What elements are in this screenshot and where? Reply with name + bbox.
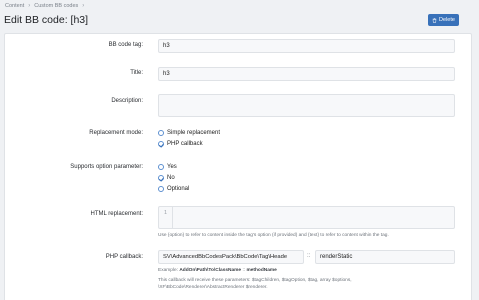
check-icon xyxy=(158,175,164,181)
title-label: Title: xyxy=(130,70,143,76)
chevron-right-icon: › xyxy=(82,3,85,9)
title-input[interactable]: h3 xyxy=(158,67,455,81)
bb-code-tag-label: BB code tag: xyxy=(108,42,143,48)
chevron-right-icon: › xyxy=(28,3,31,9)
title-value: h3 xyxy=(163,71,170,77)
php-example-separator: :: xyxy=(242,268,246,273)
radio-option-no-label: No xyxy=(167,175,175,181)
php-callback-class-value: SV\AdvancedBbCodesPack\BbCode\Tag\Heade xyxy=(163,254,288,260)
php-callback-hint-line-1: This callback will receive these paramet… xyxy=(158,278,352,283)
radio-php-callback-label: PHP callback xyxy=(167,141,203,147)
breadcrumb-item-content[interactable]: Content xyxy=(5,3,24,9)
delete-button-label: Delete xyxy=(439,17,455,23)
radio-option-yes[interactable]: Yes xyxy=(158,164,177,170)
replacement-mode-label: Replacement mode: xyxy=(89,130,143,136)
breadcrumb: Content › Custom BB codes › xyxy=(5,3,84,9)
radio-unchecked-icon xyxy=(158,186,164,192)
bb-code-form: BB code tag: h3 Title: h3 Description: R… xyxy=(4,33,472,300)
html-replacement-label: HTML replacement: xyxy=(90,211,143,217)
delete-button[interactable]: Delete xyxy=(428,14,459,26)
html-replacement-editor[interactable]: 1 xyxy=(158,206,455,229)
trash-icon xyxy=(432,17,437,23)
check-icon xyxy=(158,141,164,147)
bb-code-tag-value: h3 xyxy=(163,43,170,49)
radio-unchecked-icon xyxy=(158,164,164,170)
breadcrumb-item-custom-bb-codes[interactable]: Custom BB codes xyxy=(34,3,78,9)
php-example-class: AddOn\Path\To\ClassName xyxy=(179,268,242,273)
html-replacement-hint: Use {option} to refer to content inside … xyxy=(158,233,389,238)
php-callback-class-input[interactable]: SV\AdvancedBbCodesPack\BbCode\Tag\Heade xyxy=(158,250,304,264)
php-callback-separator: :: xyxy=(307,253,311,259)
radio-php-callback[interactable]: PHP callback xyxy=(158,141,203,147)
description-textarea[interactable] xyxy=(158,94,455,117)
radio-simple-replacement-label: Simple replacement xyxy=(167,130,221,136)
php-example-prefix: Example: xyxy=(158,268,178,273)
radio-unchecked-icon xyxy=(158,130,164,136)
php-callback-example: Example: AddOn\Path\To\ClassName :: meth… xyxy=(158,268,277,273)
radio-option-optional-label: Optional xyxy=(167,186,190,192)
description-label: Description: xyxy=(111,98,143,104)
php-example-method: methodName xyxy=(246,268,277,273)
radio-simple-replacement[interactable]: Simple replacement xyxy=(158,130,220,136)
bb-code-tag-input[interactable]: h3 xyxy=(158,39,455,53)
option-parameter-label: Supports option parameter: xyxy=(70,164,143,170)
line-number-gutter: 1 xyxy=(159,207,173,228)
radio-option-optional[interactable]: Optional xyxy=(158,186,189,192)
radio-option-yes-label: Yes xyxy=(167,164,177,170)
php-callback-method-value: renderStatic xyxy=(320,254,353,260)
php-callback-method-input[interactable]: renderStatic xyxy=(315,250,455,264)
radio-option-no[interactable]: No xyxy=(158,175,175,181)
php-callback-label: PHP callback: xyxy=(105,254,143,260)
page-title: Edit BB code: [h3] xyxy=(4,14,89,26)
php-callback-hint-line-2: \XF\BbCode\Renderer\AbstractRenderer $re… xyxy=(158,285,268,290)
